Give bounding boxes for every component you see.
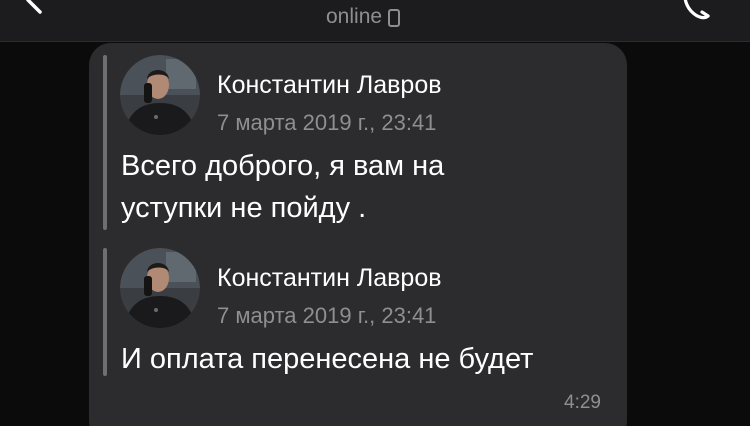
- online-status: online: [326, 4, 401, 30]
- forward-accent-bar: [103, 248, 107, 376]
- forward-accent-bar: [103, 55, 107, 230]
- phone-call-icon[interactable]: [678, 0, 712, 22]
- message-time: 4:29: [564, 392, 601, 413]
- message-bubble[interactable]: Константин Лавров 7 марта 2019 г., 23:41…: [89, 43, 627, 426]
- forwarded-message: Константин Лавров 7 марта 2019 г., 23:41…: [103, 248, 623, 376]
- mobile-device-icon: [388, 9, 401, 27]
- forwarded-message: Константин Лавров 7 марта 2019 г., 23:41…: [103, 55, 623, 230]
- forward-date: 7 марта 2019 г., 23:41: [217, 303, 437, 328]
- forward-sender-name[interactable]: Константин Лавров: [217, 71, 442, 100]
- chat-header: online: [0, 0, 750, 42]
- forward-text: Всего доброго, я вам на уступки не пойду…: [121, 150, 445, 224]
- forward-text: И оплата перенесена не будет: [121, 343, 534, 375]
- status-label: online: [326, 5, 383, 28]
- avatar[interactable]: [120, 55, 200, 135]
- avatar[interactable]: [120, 248, 200, 328]
- forward-sender-name[interactable]: Константин Лавров: [217, 264, 442, 293]
- forward-date: 7 марта 2019 г., 23:41: [217, 110, 437, 135]
- chat-screen: online Константин Лавров 7 марта 2019 г.…: [0, 0, 750, 426]
- back-chevron-icon[interactable]: [18, 0, 46, 14]
